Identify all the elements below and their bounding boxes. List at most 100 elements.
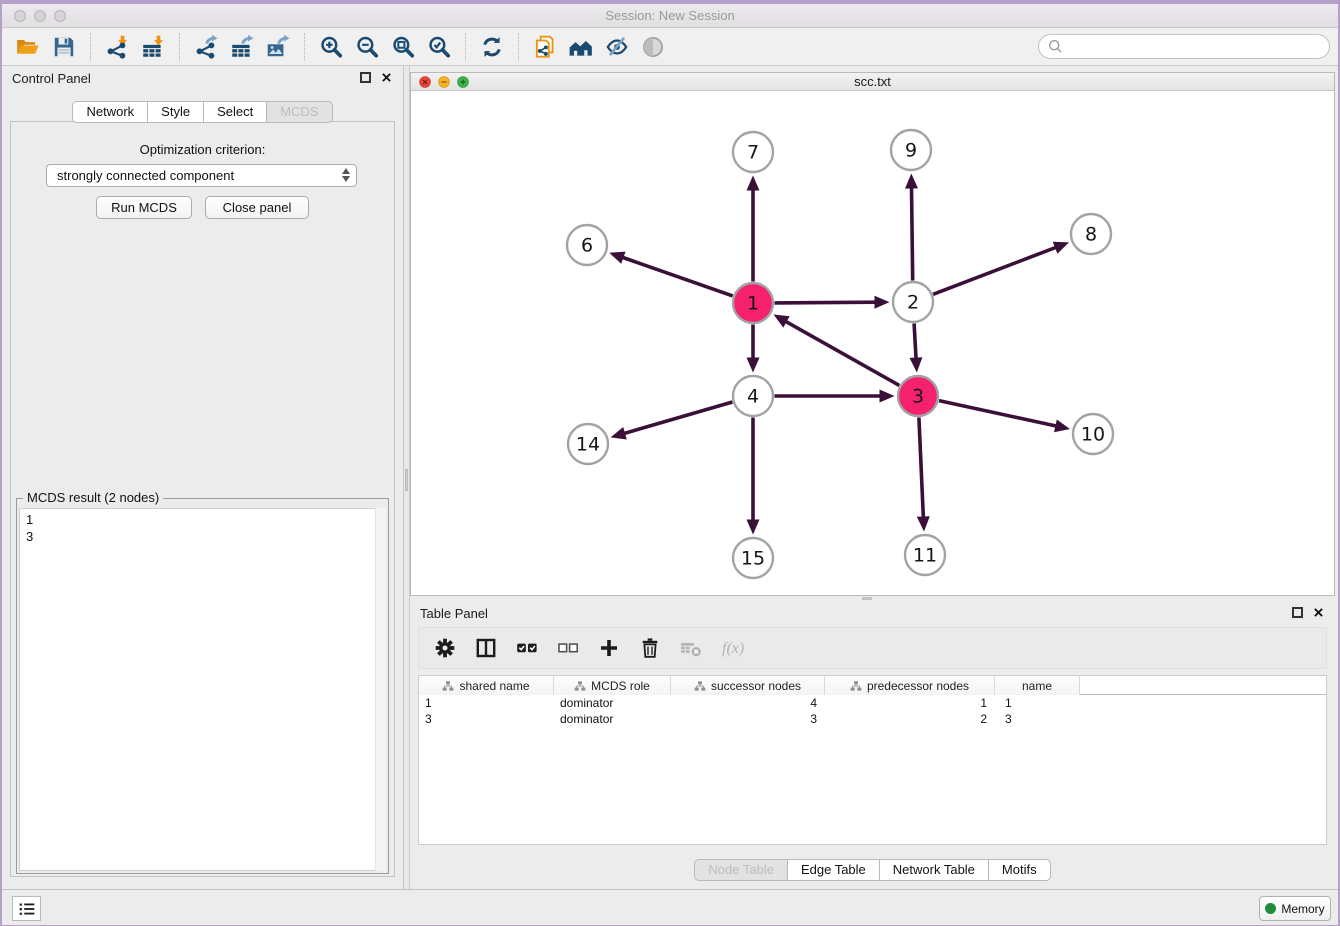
zoom-fit-icon[interactable] <box>385 32 421 62</box>
column-header-shared-name[interactable]: shared name <box>419 676 554 695</box>
edge-arrow-1-6 <box>609 252 625 264</box>
edge-arrow-3-11 <box>917 516 930 531</box>
control-panel-title: Control Panel <box>12 71 91 86</box>
import-table-icon[interactable] <box>135 32 171 62</box>
checked-pair-icon[interactable] <box>515 636 539 660</box>
edge-arrow-2-3 <box>910 357 923 372</box>
zoom-selected-icon[interactable] <box>421 32 457 62</box>
close-table-panel-icon[interactable] <box>1312 606 1325 619</box>
close-network-icon[interactable] <box>419 76 431 88</box>
open-folder-icon[interactable] <box>10 32 46 62</box>
vertical-splitter[interactable] <box>403 66 410 889</box>
tab-mcds[interactable]: MCDS <box>266 101 332 123</box>
plus-icon[interactable] <box>597 636 621 660</box>
toolbar-separator <box>518 33 519 61</box>
cell-successor-nodes[interactable]: 4 <box>671 695 825 711</box>
columns-icon[interactable] <box>474 636 498 660</box>
export-image-icon[interactable] <box>260 32 296 62</box>
minimize-window-icon[interactable] <box>34 10 46 22</box>
dropdown-arrows-icon <box>342 168 350 182</box>
network-file-title: scc.txt <box>411 73 1334 91</box>
criterion-dropdown[interactable]: strongly connected component <box>46 164 357 187</box>
cell-MCDS-role[interactable]: dominator <box>554 695 671 711</box>
edge-2-9[interactable] <box>912 187 913 281</box>
save-icon[interactable] <box>46 32 82 62</box>
cell-shared-name[interactable]: 1 <box>419 695 554 711</box>
gear-icon[interactable] <box>433 636 457 660</box>
memory-button[interactable]: Memory <box>1259 896 1331 921</box>
edge-arrow-3-10 <box>1054 420 1070 433</box>
tab-style[interactable]: Style <box>147 101 204 123</box>
home-overview-icon[interactable] <box>563 32 599 62</box>
maximize-network-icon[interactable] <box>457 76 469 88</box>
cell-name[interactable]: 1 <box>995 695 1080 711</box>
table-row[interactable]: 1dominator411 <box>419 695 1326 711</box>
edge-1-6[interactable] <box>622 257 733 296</box>
network-window-titlebar: scc.txt <box>411 73 1334 91</box>
column-header-successor-nodes[interactable]: successor nodes <box>671 676 825 695</box>
mcds-result-text[interactable]: 13 <box>19 508 386 871</box>
tab-network[interactable]: Network <box>72 101 148 123</box>
edge-1-2[interactable] <box>775 302 877 303</box>
network-canvas[interactable]: 7968124314101511 <box>411 92 1334 595</box>
horizontal-splitter-grip[interactable] <box>862 597 872 600</box>
table-header-row: shared nameMCDS rolesuccessor nodesprede… <box>419 676 1326 695</box>
edge-3-11[interactable] <box>919 418 924 519</box>
toolbar-separator <box>304 33 305 61</box>
cell-shared-name[interactable]: 3 <box>419 711 554 727</box>
node-label-11: 11 <box>913 545 937 567</box>
tab-select[interactable]: Select <box>203 101 267 123</box>
export-table-icon[interactable] <box>224 32 260 62</box>
run-mcds-button[interactable]: Run MCDS <box>96 196 192 219</box>
refresh-icon[interactable] <box>474 32 510 62</box>
zoom-out-icon[interactable] <box>349 32 385 62</box>
node-label-4: 4 <box>747 386 759 408</box>
hide-view-icon[interactable] <box>599 32 635 62</box>
table-row[interactable]: 3dominator323 <box>419 711 1326 727</box>
search-input[interactable] <box>1065 37 1329 57</box>
unchecked-pair-icon[interactable] <box>556 636 580 660</box>
edge-2-3[interactable] <box>914 324 916 360</box>
float-table-panel-icon[interactable] <box>1292 607 1303 618</box>
network-graph: 7968124314101511 <box>411 92 1334 595</box>
node-label-8: 8 <box>1085 224 1097 246</box>
cell-name[interactable]: 3 <box>995 711 1080 727</box>
edge-3-1[interactable] <box>785 321 900 386</box>
edge-2-8[interactable] <box>933 247 1057 294</box>
document-share-icon[interactable] <box>527 32 563 62</box>
edge-4-14[interactable] <box>623 402 732 434</box>
tab-motifs[interactable]: Motifs <box>988 859 1051 881</box>
memory-status-icon <box>1265 903 1276 914</box>
edge-3-10[interactable] <box>939 401 1057 427</box>
cell-predecessor-nodes[interactable]: 2 <box>825 711 995 727</box>
zoom-in-icon[interactable] <box>313 32 349 62</box>
column-header-name[interactable]: name <box>995 676 1080 695</box>
minimize-network-icon[interactable] <box>438 76 450 88</box>
trash-icon[interactable] <box>638 636 662 660</box>
cell-MCDS-role[interactable]: dominator <box>554 711 671 727</box>
vertical-splitter-grip[interactable] <box>405 469 408 491</box>
zoom-window-icon[interactable] <box>54 10 66 22</box>
close-panel-icon[interactable] <box>380 71 393 84</box>
cell-successor-nodes[interactable]: 3 <box>671 711 825 727</box>
fx-icon: f(x) <box>720 636 744 660</box>
export-network-icon[interactable] <box>188 32 224 62</box>
search-box[interactable] <box>1038 34 1330 59</box>
node-label-14: 14 <box>576 434 600 456</box>
cell-predecessor-nodes[interactable]: 1 <box>825 695 995 711</box>
close-window-icon[interactable] <box>14 10 26 22</box>
task-history-button[interactable] <box>12 896 41 921</box>
column-header-predecessor-nodes[interactable]: predecessor nodes <box>825 676 995 695</box>
tab-edge-table[interactable]: Edge Table <box>787 859 880 881</box>
node-label-3: 3 <box>912 386 924 408</box>
import-network-icon[interactable] <box>99 32 135 62</box>
result-scrollbar[interactable] <box>375 508 386 871</box>
mcds-tab-content: Optimization criterion: strongly connect… <box>10 121 395 877</box>
table-delete-icon <box>679 636 703 660</box>
tab-node-table[interactable]: Node Table <box>694 859 788 881</box>
close-panel-button[interactable]: Close panel <box>205 196 309 219</box>
float-panel-icon[interactable] <box>360 72 371 83</box>
tab-network-table[interactable]: Network Table <box>879 859 989 881</box>
table-panel-title: Table Panel <box>420 606 488 621</box>
column-header-MCDS-role[interactable]: MCDS role <box>554 676 671 695</box>
